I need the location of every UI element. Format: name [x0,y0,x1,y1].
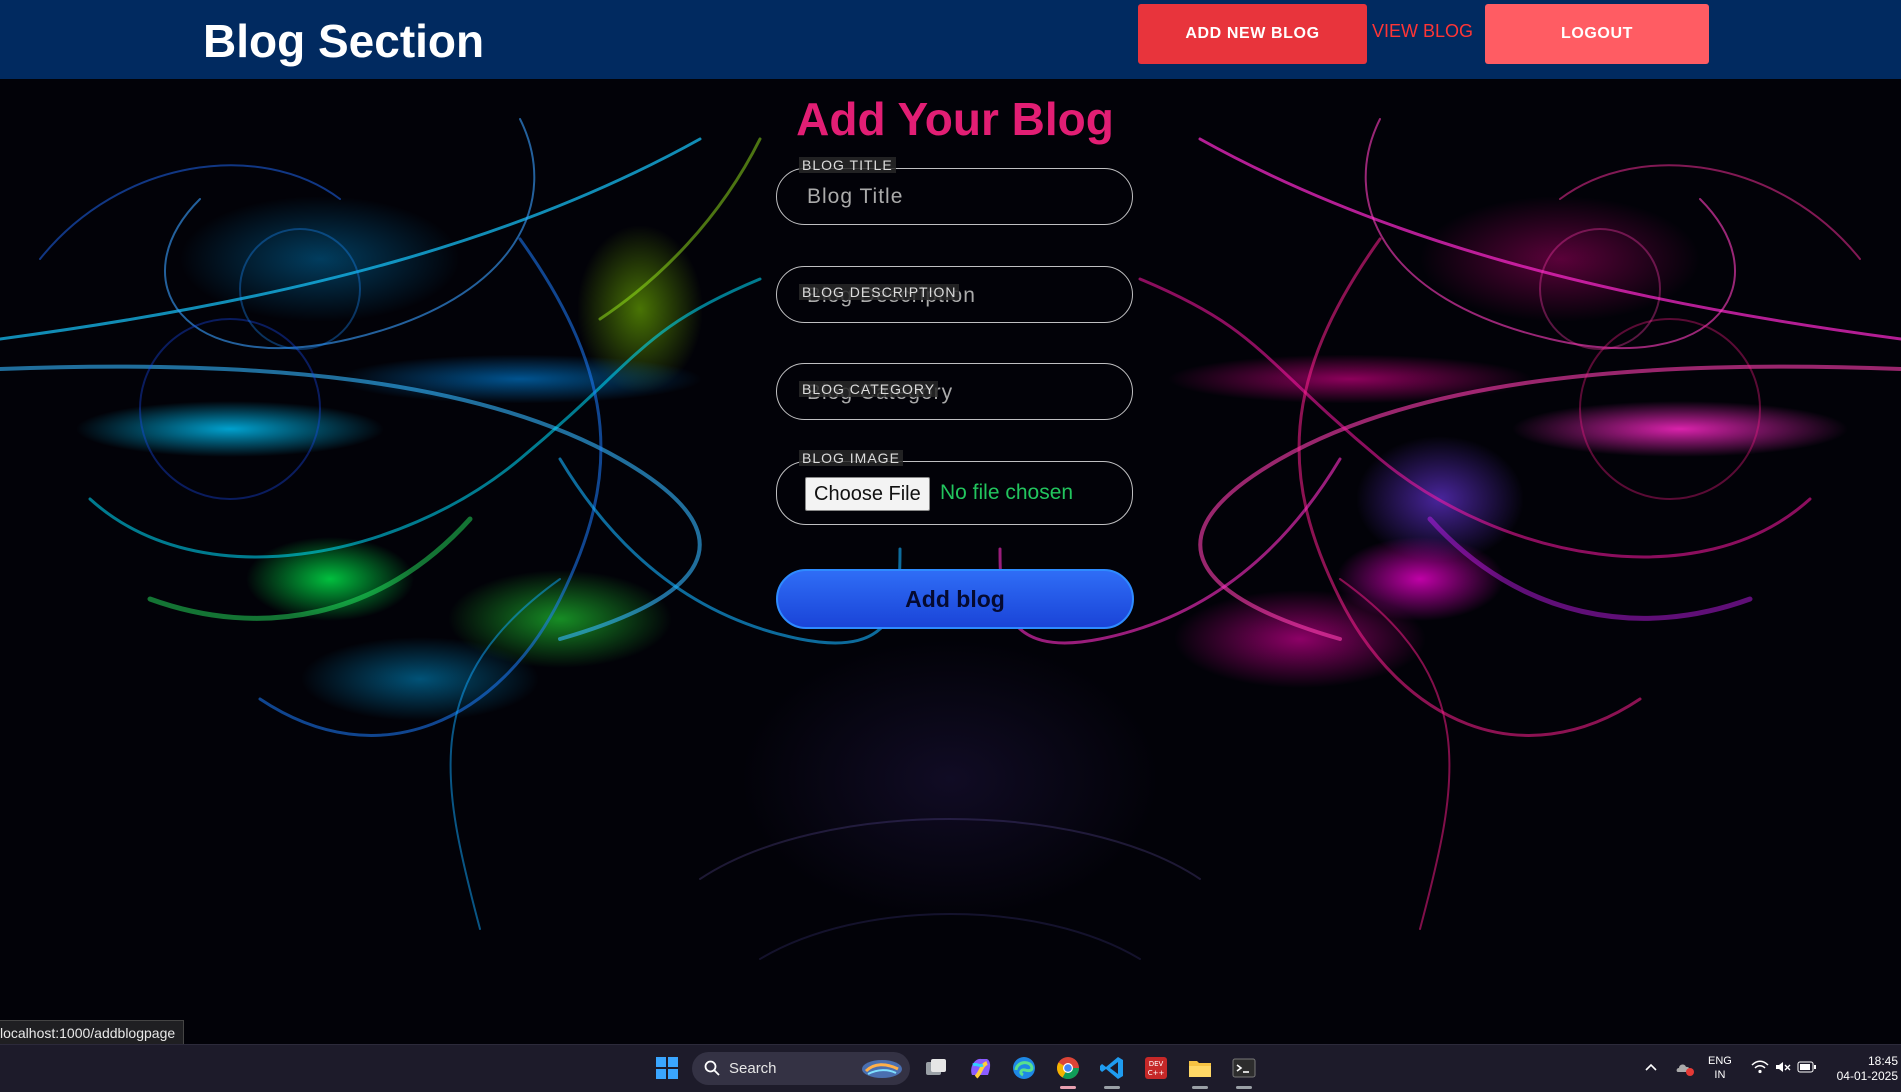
add-blog-button[interactable]: Add blog [776,569,1134,629]
devcpp-icon[interactable]: DEV C++ [1143,1055,1169,1081]
svg-text:C++: C++ [1148,1069,1165,1077]
chevron-up-icon[interactable] [1644,1061,1658,1073]
taskbar-search[interactable]: Search [692,1052,910,1085]
blog-description-label: BLOG DESCRIPTION [799,284,960,300]
vscode-active-indicator [1104,1086,1120,1089]
blog-title-input[interactable] [805,181,1109,213]
blog-image-field: BLOG IMAGE Choose File No file chosen [776,450,1133,525]
clock-time: 18:45 [1867,1054,1898,1068]
top-navbar: Blog Section ADD NEW BLOG VIEW BLOG LOGO… [0,0,1901,79]
view-blog-link[interactable]: VIEW BLOG [1372,21,1473,42]
volume-muted-icon[interactable] [1774,1060,1792,1074]
task-view-icon[interactable] [923,1055,949,1081]
search-icon [704,1060,720,1076]
file-status-text: No file chosen [940,481,1074,504]
edge-icon[interactable] [1011,1055,1037,1081]
system-clock[interactable]: 18:45 04-01-2025 [1826,1054,1898,1084]
blog-title-field: BLOG TITLE [776,157,1133,225]
language-indicator[interactable]: ENG IN [1708,1054,1732,1082]
svg-text:DEV: DEV [1149,1060,1164,1068]
vscode-icon[interactable] [1099,1055,1125,1081]
clock-date: 04-01-2025 [1836,1069,1898,1083]
chrome-icon[interactable] [1055,1055,1081,1081]
logout-button[interactable]: LOGOUT [1485,4,1709,64]
file-explorer-icon[interactable] [1187,1055,1213,1081]
brand-title: Blog Section [203,15,485,67]
blog-category-label: BLOG CATEGORY [799,381,939,397]
onedrive-status-icon[interactable] [1675,1059,1695,1077]
blog-image-label: BLOG IMAGE [799,450,903,466]
lang-line-1: ENG [1708,1055,1732,1067]
blog-title-label: BLOG TITLE [799,157,896,173]
blog-description-field: BLOG DESCRIPTION [776,266,1133,323]
battery-icon[interactable] [1797,1061,1817,1073]
windows-start-icon[interactable] [654,1055,680,1081]
add-new-blog-button[interactable]: ADD NEW BLOG [1138,4,1367,64]
terminal-active-indicator [1236,1086,1252,1089]
chrome-active-indicator [1060,1086,1076,1089]
search-label: Search [729,1060,777,1077]
wifi-icon[interactable] [1751,1060,1769,1074]
form-title: Add Your Blog [796,93,1114,145]
search-highlight-icon [862,1060,902,1078]
terminal-icon[interactable] [1231,1055,1257,1081]
windows-taskbar: Search DEV C++ ENG IN 18:45 04-01-2025 [0,1044,1901,1092]
explorer-active-indicator [1192,1086,1208,1089]
lang-line-2: IN [1714,1069,1726,1081]
status-bar-url: localhost:1000/addblogpage [0,1020,185,1046]
blog-category-field: BLOG CATEGORY [776,363,1133,420]
copilot-icon[interactable] [967,1055,993,1081]
choose-file-button[interactable]: Choose File [805,477,930,511]
